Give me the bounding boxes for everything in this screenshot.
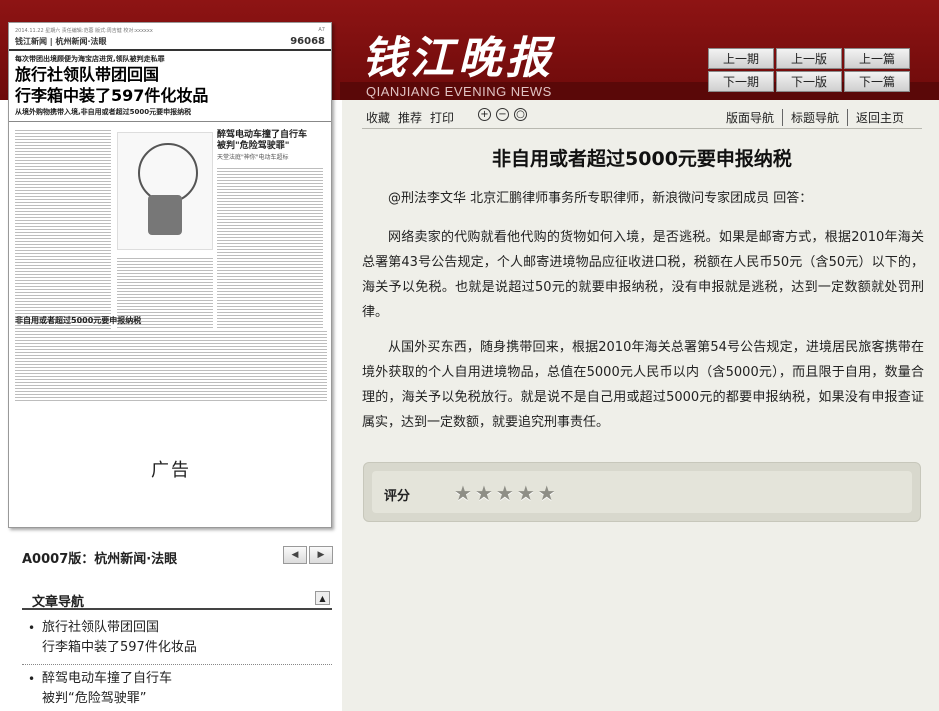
illustration-magnifier-icon [138, 143, 198, 203]
thumbnail-text-column [15, 329, 327, 403]
illustration-suitcase-icon [148, 195, 182, 235]
rating-box-inner: 评分 ★ ★ ★ ★ ★ [372, 471, 912, 513]
title-nav-link[interactable]: 标题导航 [781, 109, 847, 126]
edition-pager: ◀ ▶ [283, 546, 333, 564]
article-nav-list: 旅行社领队带团回国 行李箱中装了597件化妆品 醉驾电动车撞了自行车 被判“危险… [22, 614, 332, 711]
star-icon[interactable]: ★ [454, 481, 472, 505]
thumbnail-hotline: 96068 [290, 36, 325, 47]
thumbnail-section-header: 钱江新闻 | 杭州新闻·法眼 96068 [9, 34, 331, 51]
article-nav-item-line2: 被判“危险驾驶罪” [42, 691, 147, 706]
bookmark-link[interactable]: 收藏 [366, 109, 390, 126]
thumbnail-dateline: 2014.11.22 星期六 责任编辑:范蓉 版式:周吉健 校对:xxxxxx … [9, 23, 331, 34]
newspaper-logo[interactable]: 钱江晚报 [362, 22, 554, 86]
recommend-link[interactable]: 推荐 [398, 109, 422, 126]
rating-label: 评分 [384, 489, 411, 504]
article-paragraph: 网络卖家的代购就看他代购的货物如何入境，是否逃税。如果是邮寄方式，根据2010年… [362, 230, 924, 320]
thumbnail-side-story[interactable]: 醉驾电动车撞了自行车 被判"危险驾驶罪" 天堂法庭"神你"电动车超标 [217, 130, 323, 163]
article-title: 非自用或者超过5000元要申报纳税 [492, 148, 792, 170]
edition-label: A0007版：杭州新闻·法眼 [22, 552, 178, 567]
rating-box: 评分 ★ ★ ★ ★ ★ [363, 462, 921, 522]
advertisement-label: 广告 [151, 460, 191, 481]
page-thumbnail[interactable]: 2014.11.22 星期六 责任编辑:范蓉 版式:周吉健 校对:xxxxxx … [8, 22, 332, 528]
star-icon[interactable]: ★ [538, 481, 556, 505]
next-page-button[interactable]: 下一版 [776, 71, 842, 92]
toolbar-divider [362, 128, 922, 129]
article-nav-title: 文章导航 [32, 595, 85, 610]
thumbnail-section: 钱江新闻 | 杭州新闻·法眼 [15, 37, 107, 46]
collapse-icon[interactable]: ▲ [315, 591, 330, 605]
prev-edition-arrow-icon[interactable]: ◀ [283, 546, 307, 564]
thumbnail-side-headline-2: 被判"危险驾驶罪" [217, 141, 290, 151]
prev-article-button[interactable]: 上一篇 [844, 48, 910, 69]
star-icon[interactable]: ★ [475, 481, 493, 505]
article-nav-header: 文章导航 ▲ [22, 588, 332, 610]
zoom-in-icon[interactable]: + [478, 108, 491, 121]
article-nav-item[interactable]: 醉驾电动车撞了自行车 被判“危险驾驶罪” [22, 665, 332, 711]
zoom-out-icon[interactable]: − [496, 108, 509, 121]
next-issue-button[interactable]: 下一期 [708, 71, 774, 92]
prev-issue-button[interactable]: 上一期 [708, 48, 774, 69]
article-actions: 收藏 推荐 打印 [366, 109, 454, 126]
thumbnail-side-subline: 天堂法庭"神你"电动车超标 [217, 154, 289, 161]
article-toolbar: 收藏 推荐 打印 + − ○ 版面导航 标题导航 返回主页 [362, 106, 922, 126]
article-nav-item-line2: 行李箱中装了597件化妆品 [42, 640, 197, 655]
next-edition-arrow-icon[interactable]: ▶ [309, 546, 333, 564]
star-icon[interactable]: ★ [496, 481, 514, 505]
article-nav-item[interactable]: 旅行社领队带团回国 行李箱中装了597件化妆品 [22, 614, 332, 665]
thumbnail-side-headline-1: 醉驾电动车撞了自行车 [217, 130, 308, 140]
article-nav-item-line1: 醉驾电动车撞了自行车 [42, 671, 173, 686]
layout-nav-link[interactable]: 版面导航 [718, 109, 782, 126]
issue-navigation: 上一期 上一版 上一篇 下一期 下一版 下一篇 [708, 48, 910, 92]
thumbnail-dateline-text: 2014.11.22 星期六 责任编辑:范蓉 版式:周吉健 校对:xxxxxx [15, 28, 153, 34]
thumbnail-subline[interactable]: 从境外购物携带入境,非自用或者超过5000元要申报纳税 [9, 106, 331, 122]
thumbnail-illustration [117, 132, 213, 250]
home-link[interactable]: 返回主页 [846, 109, 912, 126]
thumbnail-headline-1[interactable]: 旅行社领队带团回国 [9, 64, 331, 85]
rating-stars: ★ ★ ★ ★ ★ [454, 481, 556, 505]
next-article-button[interactable]: 下一篇 [844, 71, 910, 92]
thumbnail-kicker[interactable]: 每次带团出境顾便为海宝店进货,领队被判走私罪 [9, 51, 331, 64]
article-paragraph: 从国外买东西，随身携带回来，根据2010年海关总署第54号公告规定，进境居民旅客… [362, 340, 924, 430]
article-lead: @刑法李文华 北京汇鹏律师事务所专职律师，新浪微问专家团成员 回答： [388, 191, 813, 206]
article-body: @刑法李文华 北京汇鹏律师事务所专职律师，新浪微问专家团成员 回答： 网络卖家的… [362, 186, 924, 445]
thumbnail-sub-headline[interactable]: 非自用或者超过5000元要申报纳税 [15, 315, 141, 326]
article-nav-item-line1: 旅行社领队带团回国 [42, 620, 160, 635]
newspaper-logo-english: QIANJIANG EVENING NEWS [366, 84, 552, 99]
star-icon[interactable]: ★ [517, 481, 535, 505]
thumbnail-headline-2[interactable]: 行李箱中装了597件化妆品 [9, 85, 331, 106]
zoom-reset-icon[interactable]: ○ [514, 108, 527, 121]
advertisement-block[interactable]: 广告 [9, 409, 331, 527]
thumbnail-page-code: A7 [318, 27, 325, 33]
prev-page-button[interactable]: 上一版 [776, 48, 842, 69]
print-link[interactable]: 打印 [430, 109, 454, 126]
page-nav-links: 版面导航 标题导航 返回主页 [718, 109, 912, 126]
zoom-controls: + − ○ [478, 108, 527, 121]
